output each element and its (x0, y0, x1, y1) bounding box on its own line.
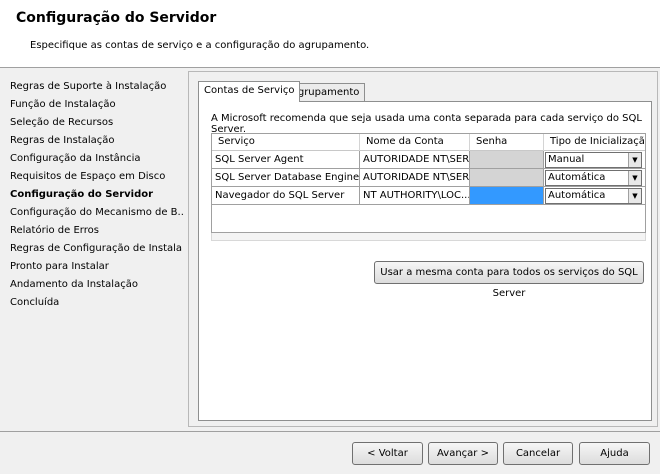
table-row: Navegador do SQL Server NT AUTHORITY\LOC… (212, 187, 645, 205)
column-header-password[interactable]: Senha (470, 134, 544, 151)
services-grid: Serviço Nome da Conta Senha Tipo de Inic… (211, 133, 646, 233)
account-name-cell[interactable]: AUTORIDADE NT\SER... (360, 151, 470, 169)
next-button[interactable]: Avançar > (428, 442, 498, 465)
content-frame: Contas de Serviço Agrupamento A Microsof… (188, 71, 658, 427)
table-row: SQL Server Database Engine AUTORIDADE NT… (212, 169, 645, 187)
chevron-down-icon[interactable]: ▼ (628, 171, 641, 185)
info-text: A Microsoft recomenda que seja usada uma… (211, 113, 642, 135)
use-same-account-button[interactable]: Usar a mesma conta para todos os serviço… (374, 261, 644, 299)
startup-type-cell: Manual ▼ (544, 151, 645, 169)
page-subtitle: Especifique as contas de serviço e a con… (30, 40, 370, 51)
startup-type-value: Manual (548, 154, 585, 165)
header-banner: Configuração do Servidor Especifique as … (0, 0, 660, 68)
step-item-current[interactable]: Configuração do Servidor (10, 186, 153, 204)
column-header-startup[interactable]: Tipo de Inicialização (544, 134, 645, 151)
back-button[interactable]: < Voltar (352, 442, 423, 465)
step-item[interactable]: Regras de Suporte à Instalação (10, 78, 166, 96)
account-name-cell[interactable]: NT AUTHORITY\LOC... (360, 187, 470, 205)
password-cell[interactable] (470, 151, 544, 169)
step-item[interactable]: Configuração do Mecanismo de B... (10, 204, 187, 222)
account-name-cell[interactable]: AUTORIDADE NT\SER... (360, 169, 470, 187)
chevron-down-icon[interactable]: ▼ (628, 153, 641, 167)
startup-type-value: Automática (548, 172, 606, 183)
help-button[interactable]: Ajuda (579, 442, 650, 465)
step-item[interactable]: Requisitos de Espaço em Disco (10, 168, 165, 186)
step-item[interactable]: Regras de Configuração de Instala... (10, 240, 192, 258)
content-area: Contas de Serviço Agrupamento A Microsof… (183, 69, 660, 431)
cancel-button[interactable]: Cancelar (503, 442, 573, 465)
column-header-account[interactable]: Nome da Conta (360, 134, 470, 151)
chevron-down-icon[interactable]: ▼ (628, 189, 641, 203)
step-item[interactable]: Andamento da Instalação (10, 276, 138, 294)
step-item[interactable]: Pronto para Instalar (10, 258, 109, 276)
step-item[interactable]: Seleção de Recursos (10, 114, 113, 132)
step-item[interactable]: Relatório de Erros (10, 222, 99, 240)
tab-service-accounts[interactable]: Contas de Serviço (198, 81, 301, 102)
page-title: Configuração do Servidor (16, 10, 217, 26)
grid-header: Serviço Nome da Conta Senha Tipo de Inic… (212, 134, 645, 151)
column-header-service[interactable]: Serviço (212, 134, 360, 151)
footer-bar: < Voltar Avançar > Cancelar Ajuda (0, 431, 660, 474)
service-name-cell[interactable]: SQL Server Agent (212, 151, 360, 169)
step-item[interactable]: Configuração da Instância (10, 150, 141, 168)
service-name-cell[interactable]: SQL Server Database Engine (212, 169, 360, 187)
step-item[interactable]: Concluída (10, 294, 59, 312)
grid-horizontal-scrollbar[interactable] (211, 233, 646, 241)
service-accounts-panel: A Microsoft recomenda que seja usada uma… (198, 101, 652, 421)
service-name-cell[interactable]: Navegador do SQL Server (212, 187, 360, 205)
password-cell[interactable] (470, 169, 544, 187)
startup-type-cell: Automática ▼ (544, 169, 645, 187)
startup-type-select[interactable]: Automática ▼ (545, 170, 642, 186)
grid-empty-area (212, 206, 645, 232)
table-row: SQL Server Agent AUTORIDADE NT\SER... Ma… (212, 151, 645, 169)
step-item[interactable]: Função de Instalação (10, 96, 116, 114)
startup-type-cell: Automática ▼ (544, 187, 645, 205)
step-item[interactable]: Regras de Instalação (10, 132, 115, 150)
startup-type-select[interactable]: Manual ▼ (545, 152, 642, 168)
password-cell-selected[interactable] (470, 187, 544, 205)
startup-type-value: Automática (548, 190, 606, 201)
startup-type-select[interactable]: Automática ▼ (545, 188, 642, 204)
steps-sidebar: Regras de Suporte à Instalação Função de… (0, 69, 192, 431)
